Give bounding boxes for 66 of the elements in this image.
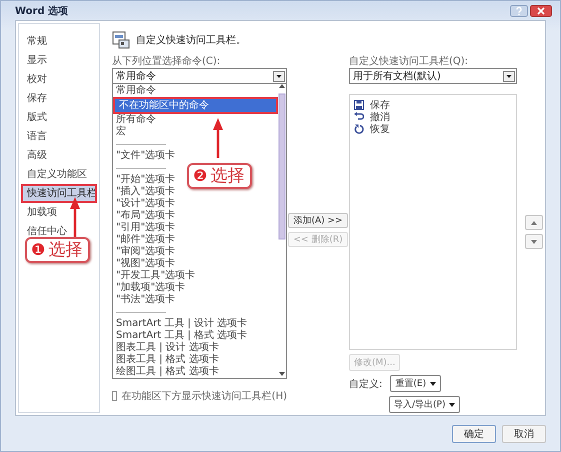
step-number: ❷ [193,166,208,186]
list-option[interactable]: "布局"选项卡 [113,210,176,222]
cancel-button[interactable]: 取消 [502,425,546,443]
callout-text: 选择 [48,240,82,260]
reset-button[interactable]: 重置(E) [390,375,442,392]
commands-dropdown[interactable]: 常用命令 [112,68,287,84]
caret-icon [449,402,456,406]
sidebar-item[interactable]: 语言 [21,127,97,146]
ok-button[interactable]: 确定 [452,425,496,443]
list-option[interactable]: "邮件"选项卡 [113,234,176,246]
redo-icon [354,124,364,134]
section-heading: 自定义快速访问工具栏。 [136,34,246,47]
sidebar-item[interactable]: 版式 [21,108,97,127]
list-option[interactable]: 所有命令 [113,114,156,126]
list-option[interactable]: "审阅"选项卡 [113,246,176,258]
list-option[interactable]: "文件"选项卡 [113,150,176,162]
list-option[interactable]: "开始"选项卡 [113,174,176,186]
toolbar-command[interactable]: 恢复 [370,122,390,136]
checkbox[interactable] [112,391,117,401]
list-option[interactable]: 常用命令 [113,85,156,97]
import-export-button[interactable]: 导入/导出(P) [389,396,460,413]
customize-label: 自定义: [349,378,382,390]
list-option[interactable]: 绘图工具 | 格式 选项卡 [113,366,219,378]
toolbar-icon [112,31,130,49]
sidebar-item[interactable]: 高级 [21,146,97,165]
list-option[interactable]: 不在功能区中的命令 [113,97,278,114]
list-option[interactable]: "加载项"选项卡 [113,282,186,294]
callout-text: 选择 [210,166,244,186]
list-option[interactable]: "设计"选项卡 [113,198,176,210]
add-button[interactable]: 添加(A) >> [288,213,348,228]
list-option[interactable]: 图表工具 | 格式 选项卡 [113,354,219,366]
step-number: ❶ [31,240,46,260]
sidebar-item[interactable]: 加载项 [21,203,97,222]
field-label: 从下列位置选择命令(C): [112,55,222,68]
list-option[interactable]: SmartArt 工具 | 设计 选项卡 [113,318,248,330]
up-arrow-icon [531,220,537,224]
arrow [70,197,80,237]
help-icon[interactable] [510,4,528,16]
list-option[interactable]: SmartArt 工具 | 格式 选项卡 [113,330,248,342]
move-up-button[interactable] [525,215,543,230]
close-icon[interactable] [530,4,552,16]
toolbar-command[interactable]: 保存 [370,98,390,112]
list-option[interactable]: 图表工具 | 设计 选项卡 [113,342,219,354]
list-option[interactable]: 宏 [113,126,126,138]
down-arrow-icon [531,240,537,244]
save-icon [354,100,364,110]
list-option[interactable]: "视图"选项卡 [113,258,176,270]
sidebar-item[interactable]: 信任中心 [21,222,97,241]
list-option[interactable]: "开发工具"选项卡 [113,270,196,282]
field-label: 自定义快速访问工具栏(Q): [349,55,470,68]
sidebar-item[interactable]: 常规 [21,32,97,51]
list-option[interactable]: "引用"选项卡 [113,222,176,234]
caret-icon [430,382,436,386]
list-option[interactable]: "插入"选项卡 [113,186,176,198]
sidebar-item[interactable]: 校对 [21,70,97,89]
window-title: Word 选项 [15,4,68,18]
toolbar-scope-dropdown[interactable]: 用于所有文档(默认) [349,68,517,84]
list-option[interactable]: "书法"选项卡 [113,294,176,306]
sidebar-item[interactable]: 保存 [21,89,97,108]
checkbox-label[interactable]: 在功能区下方显示快速访问工具栏(H) [122,389,287,403]
undo-icon [354,112,364,122]
move-down-button[interactable] [525,234,543,249]
scrollbar[interactable] [278,84,286,378]
sidebar-item[interactable]: 自定义功能区 [21,165,97,184]
sidebar-item[interactable]: 显示 [21,51,97,70]
toolbar-command[interactable]: 撤消 [370,110,390,124]
